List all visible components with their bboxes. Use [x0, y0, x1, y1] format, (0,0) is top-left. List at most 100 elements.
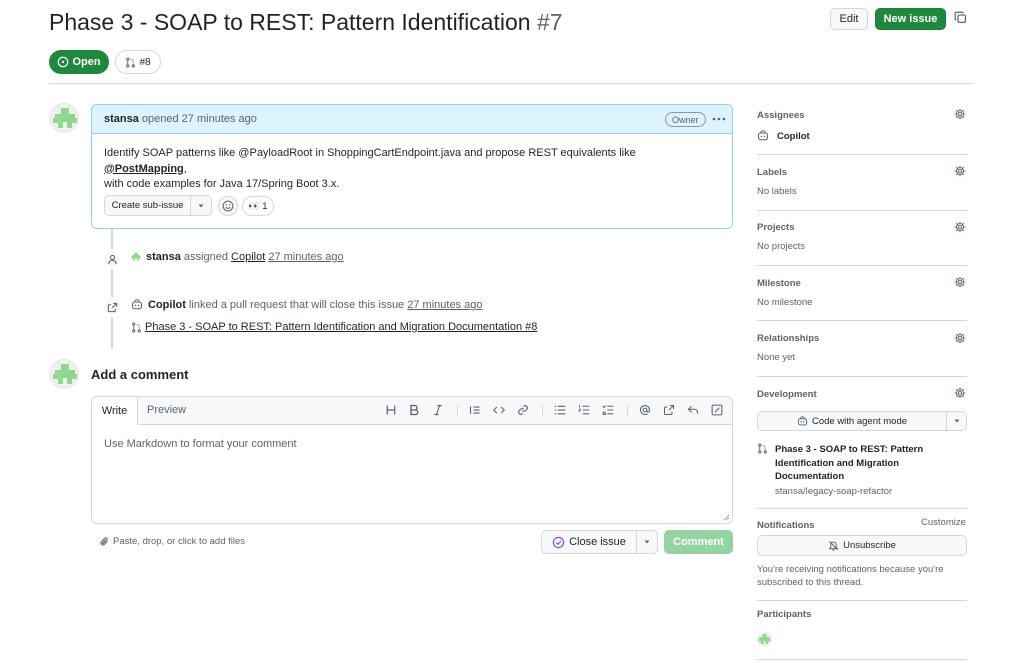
- linked-pr-link[interactable]: Phase 3 - SOAP to REST: Pattern Identifi…: [145, 321, 537, 333]
- issue-open-icon: [57, 56, 69, 68]
- code-icon[interactable]: [493, 404, 505, 416]
- customize-link[interactable]: Customize: [921, 517, 966, 528]
- copilot-icon: [131, 299, 143, 311]
- participants-heading: Participants: [757, 609, 812, 620]
- comment-textarea[interactable]: Use Markdown to format your comment: [104, 438, 297, 450]
- close-issue-dropdown[interactable]: [637, 531, 657, 553]
- cross-reference-icon: [107, 302, 118, 313]
- triangle-down-icon: [643, 538, 651, 546]
- close-issue-button[interactable]: Close issue: [541, 530, 658, 554]
- comment-editor: Write Preview Use Markdown to format you…: [91, 396, 733, 524]
- gear-icon[interactable]: [954, 276, 966, 288]
- reaction-count: 1: [262, 200, 268, 212]
- toolbar-divider: [457, 405, 458, 417]
- sidebar-divider: [757, 265, 967, 266]
- timeline-event-assigned: stansa assigned Copilot 27 minutes ago: [146, 251, 344, 263]
- gear-icon[interactable]: [954, 221, 966, 233]
- timeline-actor[interactable]: Copilot: [148, 299, 186, 311]
- edit-button[interactable]: Edit: [830, 8, 868, 30]
- participant-avatar[interactable]: [757, 632, 772, 647]
- notifications-note-line1: You're receiving notifications because y…: [757, 564, 944, 575]
- unsubscribe-label: Unsubscribe: [843, 540, 896, 551]
- linked-pr-badge[interactable]: #8: [115, 50, 161, 74]
- development-pr-link[interactable]: Phase 3 - SOAP to REST: Pattern Identifi…: [775, 443, 923, 484]
- development-repo[interactable]: stansa/legacy-soap-refactor: [775, 486, 892, 497]
- sidebar-divider: [757, 376, 967, 377]
- code-with-agent-dropdown[interactable]: [947, 412, 966, 430]
- milestone-heading[interactable]: Milestone: [757, 278, 801, 289]
- projects-heading[interactable]: Projects: [757, 222, 795, 233]
- development-pr-line3: Documentation: [775, 471, 845, 482]
- issue-closed-icon: [552, 536, 565, 549]
- triangle-down-icon: [197, 202, 205, 210]
- bell-slash-icon: [828, 540, 839, 551]
- milestone-value: No milestone: [757, 297, 813, 308]
- timeline-actor-avatar[interactable]: [130, 251, 142, 266]
- issue-number: #7: [536, 9, 563, 35]
- unordered-list-icon[interactable]: [554, 404, 566, 416]
- copy-icon[interactable]: [954, 11, 967, 24]
- tab-write[interactable]: Write: [92, 397, 138, 425]
- pull-request-icon: [125, 56, 136, 68]
- comment-author[interactable]: stansa: [104, 113, 139, 125]
- close-issue-main[interactable]: Close issue: [542, 531, 637, 553]
- fullscreen-edit-icon[interactable]: [711, 404, 723, 416]
- comment-body-line2: with code examples for Java 17/Spring Bo…: [104, 178, 340, 190]
- labels-heading[interactable]: Labels: [757, 167, 787, 178]
- mention-link[interactable]: @PostMapping: [104, 163, 184, 175]
- code-with-agent-button[interactable]: Code with agent mode: [757, 411, 967, 431]
- sidebar-divider: [757, 154, 967, 155]
- cross-reference-icon[interactable]: [663, 404, 675, 416]
- linked-pr-title[interactable]: Phase 3 - SOAP to REST: Pattern Identifi…: [145, 321, 537, 333]
- comment-action: opened 27 minutes ago: [141, 113, 257, 125]
- reply-icon[interactable]: [687, 404, 699, 416]
- smiley-icon: [222, 200, 234, 212]
- tab-preview[interactable]: Preview: [147, 404, 186, 416]
- comment-submit-button[interactable]: Comment: [664, 530, 733, 554]
- create-sub-issue-label[interactable]: Create sub-issue: [105, 196, 191, 215]
- gear-icon[interactable]: [954, 387, 966, 399]
- linked-pr-number: #8: [139, 56, 151, 68]
- mention-icon[interactable]: [639, 404, 651, 416]
- task-list-icon[interactable]: [602, 404, 614, 416]
- sub-issue-dropdown[interactable]: [191, 196, 211, 215]
- author-avatar[interactable]: [49, 103, 79, 133]
- italic-icon[interactable]: [432, 404, 444, 416]
- close-issue-label: Close issue: [569, 536, 626, 548]
- timeline-actor[interactable]: stansa: [146, 251, 181, 263]
- development-heading[interactable]: Development: [757, 389, 817, 400]
- add-reaction-button[interactable]: [218, 196, 238, 216]
- quote-icon[interactable]: [469, 404, 481, 416]
- code-with-agent-main[interactable]: Code with agent mode: [758, 412, 947, 430]
- sidebar-divider: [757, 508, 967, 509]
- code-with-agent-label: Code with agent mode: [811, 415, 908, 427]
- assignees-heading[interactable]: Assignees: [757, 110, 805, 121]
- relationships-heading[interactable]: Relationships: [757, 333, 819, 344]
- issue-title: Phase 3 - SOAP to REST: Pattern Identifi…: [49, 9, 563, 36]
- kebab-menu-icon[interactable]: [711, 111, 727, 127]
- sidebar-divider: [757, 210, 967, 211]
- eyes-reaction[interactable]: 👀 1: [242, 196, 274, 216]
- pull-request-icon: [757, 443, 768, 454]
- timeline-time[interactable]: 27 minutes ago: [407, 299, 482, 311]
- gear-icon[interactable]: [954, 332, 966, 344]
- heading-icon[interactable]: [385, 404, 397, 416]
- create-sub-issue-button[interactable]: Create sub-issue: [104, 195, 212, 216]
- development-pr-line2: Identification and Migration: [775, 457, 900, 469]
- timeline-target[interactable]: Copilot: [231, 251, 265, 263]
- link-icon[interactable]: [517, 404, 529, 416]
- new-issue-button[interactable]: New issue: [875, 8, 946, 30]
- resize-handle-icon[interactable]: [723, 514, 730, 521]
- attach-files-label: Paste, drop, or click to add files: [113, 536, 246, 547]
- ordered-list-icon[interactable]: [578, 404, 590, 416]
- sidebar-divider: [757, 320, 967, 321]
- unsubscribe-button[interactable]: Unsubscribe: [757, 535, 967, 556]
- gear-icon[interactable]: [954, 108, 966, 120]
- timeline-time[interactable]: 27 minutes ago: [268, 251, 343, 263]
- gear-icon[interactable]: [954, 165, 966, 177]
- attach-files[interactable]: Paste, drop, or click to add files: [99, 536, 245, 547]
- assignee-copilot[interactable]: Copilot: [777, 131, 810, 142]
- projects-value: No projects: [757, 241, 806, 252]
- current-user-avatar[interactable]: [49, 359, 79, 389]
- bold-icon[interactable]: [408, 404, 420, 416]
